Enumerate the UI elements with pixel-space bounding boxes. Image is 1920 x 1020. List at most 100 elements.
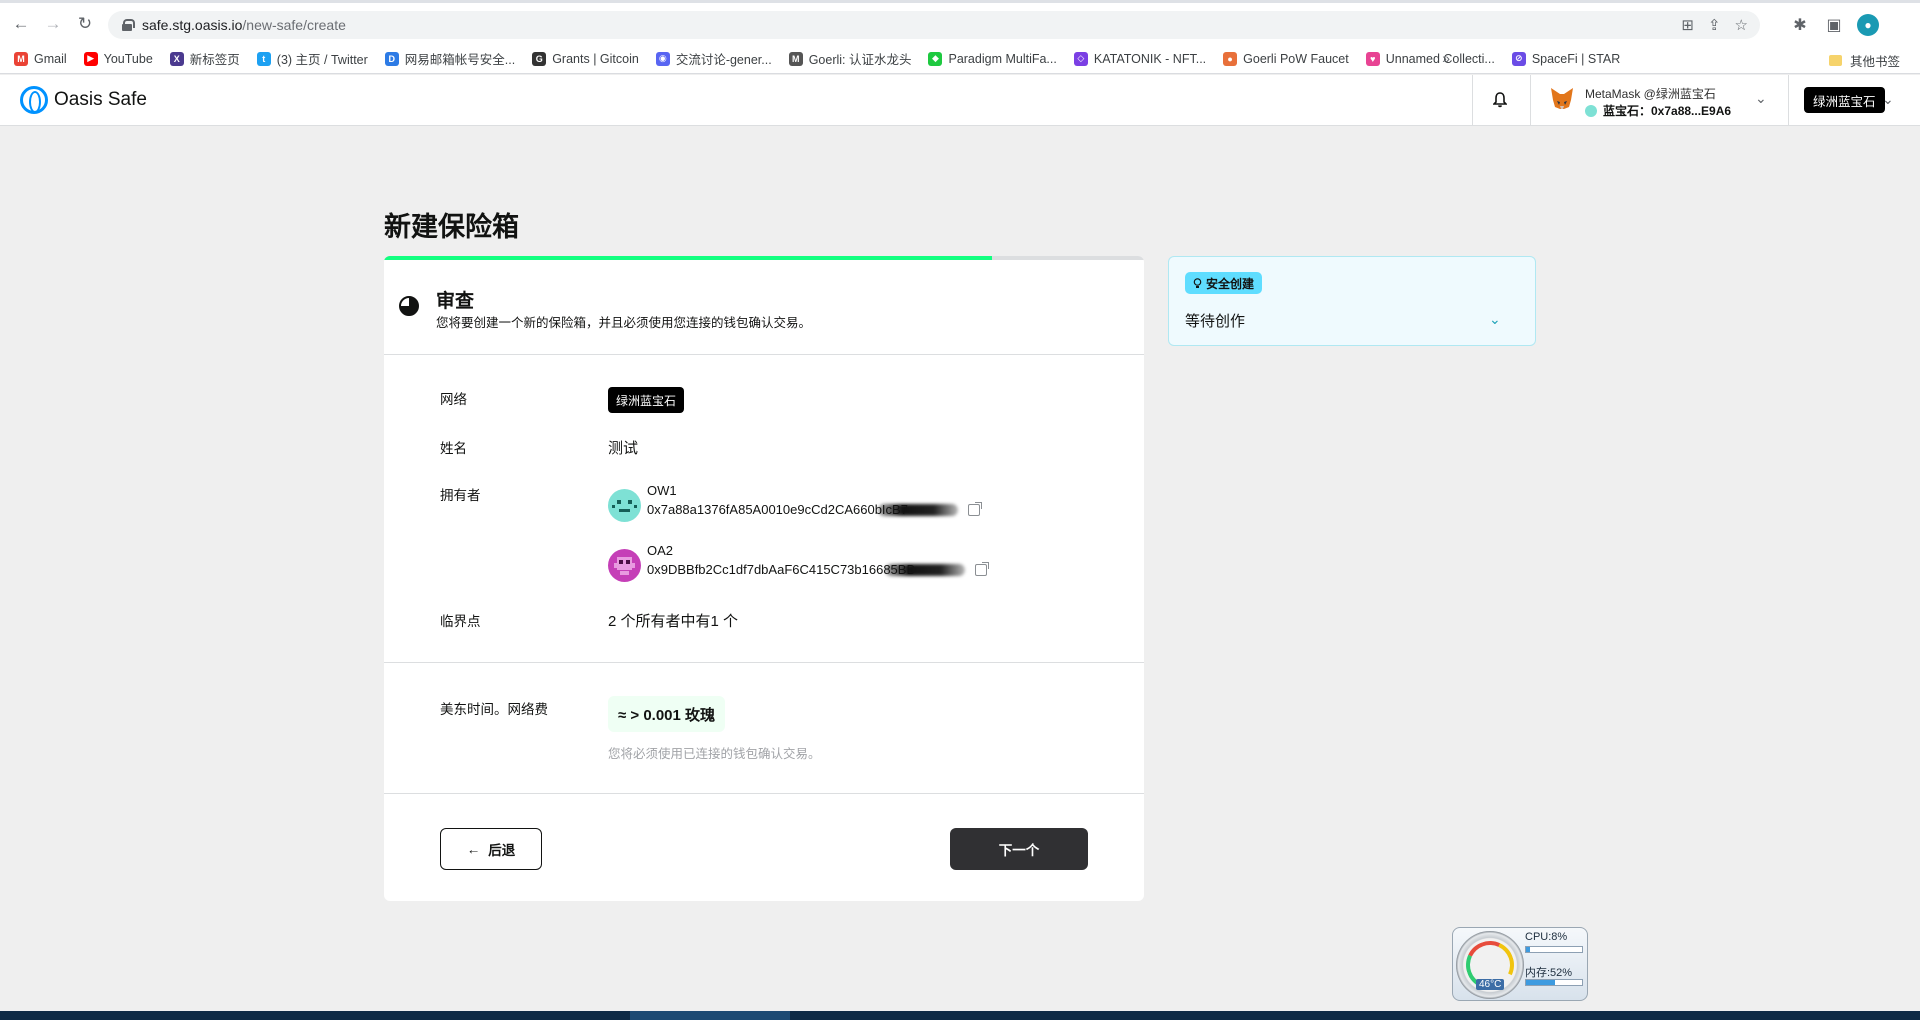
bookmark-favicon-icon: M	[788, 51, 803, 66]
redaction-mark	[885, 563, 966, 576]
bookmark-favicon-icon: D	[384, 51, 399, 66]
translate-icon[interactable]: ⊞	[1681, 16, 1694, 34]
external-link-icon[interactable]	[975, 561, 990, 576]
bookmark-item[interactable]: ● Goerli PoW Faucet	[1223, 51, 1349, 66]
bookmark-label: Unnamed Collecti...	[1385, 51, 1495, 66]
system-monitor-widget: 46°C CPU:8% 内存:52%	[1452, 927, 1588, 1001]
owner-item: OW1 0x7a88a1376fA85A0010e9cCd2CA660bIcB7	[608, 483, 1108, 525]
share-icon[interactable]: ⇪	[1708, 16, 1721, 34]
page-title: 新建保险箱	[384, 212, 519, 242]
bookmark-item[interactable]: ◉ 交流讨论-gener...	[655, 49, 772, 68]
chevron-down-icon[interactable]: ⌄	[1489, 311, 1501, 328]
metamask-fox-icon	[1551, 88, 1573, 109]
lock-icon	[122, 19, 135, 31]
creation-status: 等待创作	[1185, 313, 1246, 330]
threshold-label: 临界点	[440, 614, 481, 629]
memory-bar	[1525, 979, 1583, 986]
step-subtitle: 您将要创建一个新的保险箱，并且必须使用您连接的钱包确认交易。	[436, 316, 812, 330]
chevron-down-icon: ⌄	[1755, 90, 1767, 106]
back-button-label: 后退	[488, 843, 516, 858]
step-title: 审查	[436, 291, 475, 312]
network-label: 网络	[440, 392, 467, 407]
owner-name: OA2	[647, 543, 674, 558]
owners-label: 拥有者	[440, 488, 481, 503]
profile-avatar-icon: ●	[1857, 14, 1879, 36]
bookmark-favicon-icon: ♥	[1365, 51, 1380, 66]
other-bookmarks[interactable]: 其他书签	[1828, 51, 1900, 70]
bookmark-item[interactable]: ◆ Paradigm MultiFa...	[928, 51, 1057, 66]
bookmark-item[interactable]: ▶ YouTube	[83, 51, 153, 66]
bookmark-favicon-icon: ◉	[655, 51, 670, 66]
profile-button[interactable]: ●	[1856, 13, 1880, 37]
taskbar-active-item[interactable]	[630, 1011, 790, 1020]
folder-icon	[1828, 55, 1842, 66]
other-bookmarks-label: 其他书签	[1849, 55, 1900, 69]
owner-item: OA2 0x9DBBfb2Cc1df7dbAaF6C415C73b16685BB	[608, 543, 1108, 585]
bookmark-favicon-icon: ●	[1223, 51, 1238, 66]
bookmark-favicon-icon: t	[256, 51, 271, 66]
bookmark-item[interactable]: ♥ Unnamed Collecti...	[1365, 51, 1495, 66]
bookmark-label: Goerli: 认证水龙头	[808, 53, 912, 67]
back-button[interactable]: ← 后退	[440, 828, 542, 870]
app-logo[interactable]: Oasis Safe	[20, 86, 147, 114]
reload-icon[interactable]: ↻	[74, 13, 96, 35]
owner-address: 0x9DBBfb2Cc1df7dbAaF6C415C73b16685BB	[647, 562, 916, 577]
external-link-icon[interactable]	[967, 501, 982, 516]
cpu-bar-fill	[1526, 947, 1531, 952]
safe-creation-status-card[interactable]: 安全创建 等待创作 ⌄	[1168, 256, 1536, 346]
wallet-name: MetaMask @绿洲蓝宝石	[1585, 87, 1716, 101]
bookmarks-bar: M Gmail ▶ YouTube X 新标签页 t (3) 主页 / Twitter D 网易邮…	[0, 44, 1920, 74]
network-fee-value: ≈ > 0.001 玫瑰	[608, 696, 726, 732]
oasis-logo-icon	[20, 86, 48, 114]
bookmark-favicon-icon: ◇	[1073, 51, 1088, 66]
owner-avatar	[608, 549, 641, 582]
address-bar[interactable]: safe.stg.oasis.io/new-safe/create ⊞ ⇪ ☆	[108, 11, 1760, 39]
back-arrow-icon[interactable]: ←	[10, 13, 32, 35]
bookmark-label: Paradigm MultiFa...	[948, 51, 1057, 66]
cpu-label: CPU:8%	[1525, 931, 1568, 943]
bookmark-item[interactable]: M Gmail	[14, 51, 67, 66]
cpu-bar	[1525, 946, 1583, 953]
bookmark-label: 交流讨论-gener...	[675, 53, 772, 67]
extensions-icon[interactable]: ✱	[1788, 13, 1812, 37]
bookmark-item[interactable]: M Goerli: 认证水龙头	[788, 49, 912, 68]
more-bookmarks-icon[interactable]: »	[1442, 50, 1450, 66]
bookmark-item[interactable]: t (3) 主页 / Twitter	[256, 49, 368, 68]
wallet-button[interactable]: MetaMask @绿洲蓝宝石 蓝宝石：0x7a88...E9A6 ⌄	[1545, 82, 1775, 120]
safe-creation-badge: 安全创建	[1185, 272, 1263, 294]
app-name: Oasis Safe	[54, 89, 147, 110]
bookmark-item[interactable]: ◇ KATATONIK - NFT...	[1073, 51, 1206, 66]
bookmark-favicon-icon: ◆	[928, 51, 943, 66]
lightbulb-icon	[1193, 277, 1202, 288]
bookmark-label: Grants | Gitcoin	[552, 51, 639, 66]
name-label: 姓名	[440, 441, 467, 456]
bookmark-item[interactable]: ⊘ SpaceFi | STAR	[1511, 51, 1621, 66]
owner-name: OW1	[647, 483, 677, 498]
network-selector[interactable]: 绿洲蓝宝石	[1804, 87, 1885, 113]
taskbar	[0, 1011, 1920, 1020]
memory-label: 内存:52%	[1525, 967, 1573, 979]
network-chip: 绿洲蓝宝石	[608, 387, 685, 413]
browser-toolbar: ← → ↻ safe.stg.oasis.io/new-safe/create …	[0, 0, 1920, 44]
redaction-mark	[877, 503, 958, 516]
bookmark-label: (3) 主页 / Twitter	[276, 53, 368, 67]
bookmark-item[interactable]: X 新标签页	[169, 49, 240, 68]
bookmark-label: SpaceFi | STAR	[1531, 51, 1621, 66]
url-path: /new-safe/create	[242, 17, 346, 33]
bookmark-item[interactable]: G Grants | Gitcoin	[532, 51, 639, 66]
owner-address: 0x7a88a1376fA85A0010e9cCd2CA660bIcB7	[647, 502, 908, 517]
star-icon[interactable]: ☆	[1735, 16, 1748, 34]
owner-avatar	[608, 489, 641, 522]
fee-note: 您将必须使用已连接的钱包确认交易。	[608, 747, 821, 761]
bookmark-label: Goerli PoW Faucet	[1243, 51, 1349, 66]
chevron-down-icon[interactable]: ⌄	[1882, 91, 1894, 108]
side-panel-icon[interactable]: ▣	[1822, 13, 1846, 37]
bookmark-item[interactable]: D 网易邮箱帐号安全...	[384, 49, 515, 68]
bookmark-favicon-icon: ⊘	[1511, 51, 1526, 66]
step-progress-icon	[399, 296, 419, 316]
arrow-left-icon: ←	[466, 841, 481, 857]
next-button[interactable]: 下一个	[950, 828, 1088, 870]
forward-arrow-icon[interactable]: →	[42, 13, 64, 35]
bell-icon[interactable]	[1490, 89, 1510, 111]
temperature-readout: 46°C	[1476, 979, 1505, 990]
